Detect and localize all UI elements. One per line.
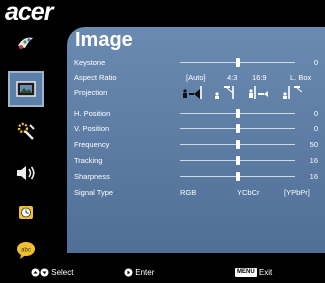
aspect-ratio-option-lbox[interactable]: L. Box <box>290 72 311 84</box>
keystone-slider[interactable] <box>180 58 295 67</box>
enter-hint-label: Enter <box>135 268 155 277</box>
language-icon: abc <box>17 242 35 259</box>
panel-title: Image <box>75 29 133 51</box>
signal-type-option-rgb[interactable]: RGB <box>180 187 196 199</box>
signal-type-option-ypbpr[interactable]: [YPbPr] <box>284 187 310 199</box>
h-position-row[interactable]: H. Position 0 <box>74 108 322 120</box>
sharpness-row[interactable]: Sharpness 16 <box>74 171 322 183</box>
sidebar-item-color[interactable] <box>6 28 46 58</box>
enter-hint: Enter <box>124 262 154 283</box>
keystone-value: 0 <box>313 58 318 67</box>
exit-hint: MENU Exit <box>235 262 272 283</box>
signal-type-option-ycbcr[interactable]: YCbCr <box>237 187 260 199</box>
sidebar-item-settings[interactable] <box>6 116 46 146</box>
select-hint-label: Select <box>51 268 74 277</box>
signal-type-row[interactable]: Signal Type RGB YCbCr [YPbPr] <box>74 187 322 199</box>
tracking-value: 16 <box>309 156 318 165</box>
keystone-slider-knob[interactable] <box>235 58 240 67</box>
projection-row[interactable]: Projection <box>74 84 322 100</box>
sharpness-label: Sharpness <box>74 172 110 181</box>
sidebar-item-image[interactable] <box>8 71 44 107</box>
tracking-label: Tracking <box>74 156 103 165</box>
color-wheel-icon <box>18 37 33 49</box>
frequency-slider-knob[interactable] <box>235 140 240 149</box>
speaker-icon <box>17 166 35 180</box>
front-ceiling-icon[interactable] <box>214 84 236 100</box>
v-position-value: 0 <box>313 124 318 133</box>
up-down-arrow-icon <box>31 268 49 277</box>
select-hint: Select <box>31 262 73 283</box>
sidebar-item-language[interactable]: abc <box>6 235 46 265</box>
aspect-ratio-option-auto[interactable]: [Auto] <box>186 72 206 84</box>
v-position-label: V. Position <box>74 124 110 133</box>
signal-type-label: Signal Type <box>74 188 114 197</box>
acer-logo: acer <box>5 0 53 26</box>
exit-hint-label: Exit <box>258 268 273 277</box>
projection-label: Projection <box>74 88 108 97</box>
enter-arrow-icon <box>124 268 133 277</box>
timer-icon <box>19 206 33 219</box>
aspect-ratio-row[interactable]: Aspect Ratio [Auto] 4:3 16:9 L. Box <box>74 72 322 84</box>
front-desktop-icon[interactable] <box>182 84 204 100</box>
h-position-value: 0 <box>313 109 318 118</box>
frequency-row[interactable]: Frequency 50 <box>74 139 322 151</box>
keystone-row[interactable]: Keystone 0 <box>74 57 322 69</box>
rear-desktop-icon[interactable] <box>248 84 270 100</box>
tracking-slider-knob[interactable] <box>235 156 240 165</box>
v-position-slider-knob[interactable] <box>235 124 240 133</box>
svg-text:abc: abc <box>21 248 31 254</box>
tracking-row[interactable]: Tracking 16 <box>74 155 322 167</box>
sharpness-slider-knob[interactable] <box>235 172 240 181</box>
aspect-ratio-option-16-9[interactable]: 16:9 <box>252 72 267 84</box>
sidebar-item-timer[interactable] <box>6 198 46 228</box>
v-position-slider[interactable] <box>180 124 295 133</box>
h-position-slider-knob[interactable] <box>235 109 240 118</box>
sharpness-slider[interactable] <box>180 172 295 181</box>
footer-help-bar: Select Enter MENU Exit <box>0 262 325 283</box>
frequency-value: 50 <box>309 140 318 149</box>
aspect-ratio-option-4-3[interactable]: 4:3 <box>227 72 237 84</box>
v-position-row[interactable]: V. Position 0 <box>74 123 322 135</box>
h-position-slider[interactable] <box>180 109 295 118</box>
sidebar-item-audio[interactable] <box>6 158 46 188</box>
rear-ceiling-icon[interactable] <box>282 84 304 100</box>
tracking-slider[interactable] <box>180 156 295 165</box>
frequency-label: Frequency <box>74 140 110 149</box>
h-position-label: H. Position <box>74 109 111 118</box>
sidebar: abc <box>6 28 56 268</box>
sharpness-value: 16 <box>309 172 318 181</box>
aspect-ratio-label: Aspect Ratio <box>74 73 117 82</box>
menu-key-badge: MENU <box>235 268 257 278</box>
frequency-slider[interactable] <box>180 140 295 149</box>
settings-icon <box>17 122 35 140</box>
image-settings-panel: Image Keystone 0 Aspect Ratio [Auto] 4:3… <box>67 27 325 253</box>
keystone-label: Keystone <box>74 58 106 67</box>
image-icon <box>16 81 36 97</box>
